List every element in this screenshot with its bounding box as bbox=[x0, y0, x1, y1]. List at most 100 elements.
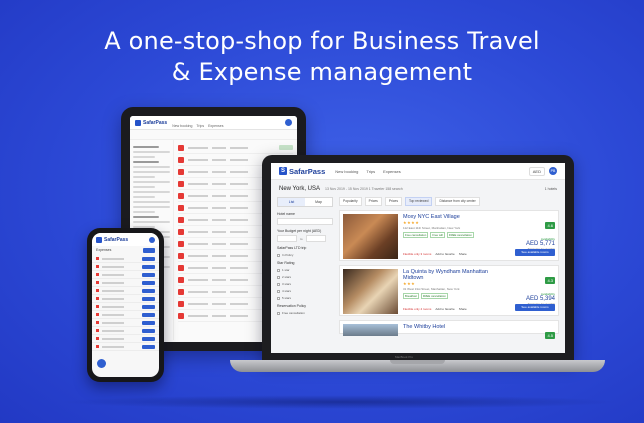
checkbox[interactable] bbox=[277, 296, 280, 300]
expense-row[interactable] bbox=[92, 295, 159, 303]
hotel-info: La Quinta by Wyndham Manhattan Midtown ★… bbox=[403, 269, 506, 312]
placeholder-line bbox=[188, 194, 208, 197]
hotel-price-column: 4.6 Availability AED 5,771 Total price f… bbox=[511, 214, 555, 257]
hotel-name[interactable]: La Quinta by Wyndham Manhattan Midtown bbox=[403, 269, 506, 281]
placeholder-line bbox=[188, 278, 208, 281]
share-link[interactable]: Share bbox=[459, 252, 467, 256]
expense-row[interactable] bbox=[92, 287, 159, 295]
hotel-card[interactable]: La Quinta by Wyndham Manhattan Midtown ★… bbox=[339, 265, 559, 316]
logo-icon: S bbox=[279, 167, 287, 175]
select-flight-button[interactable] bbox=[279, 145, 293, 150]
tablet-nav-item[interactable]: Trips bbox=[196, 124, 204, 128]
budget-min-input[interactable] bbox=[277, 235, 297, 242]
hotel-name[interactable]: The Whitby Hotel bbox=[403, 324, 506, 330]
hotel-card[interactable]: Moxy NYC East Village ★★★★ 112 East 11th… bbox=[339, 210, 559, 261]
star-option[interactable]: 5 stars bbox=[277, 296, 333, 300]
free-cancellation-option[interactable]: Free cancellation bbox=[277, 311, 333, 315]
nav-expenses[interactable]: Expenses bbox=[383, 169, 401, 174]
budget-max-input[interactable] bbox=[305, 235, 326, 242]
expense-row[interactable] bbox=[92, 335, 159, 343]
expense-row[interactable] bbox=[92, 279, 159, 287]
brand-logo[interactable]: S SafarPass bbox=[279, 167, 325, 176]
placeholder-line bbox=[230, 278, 248, 281]
airline-logo bbox=[178, 240, 184, 247]
status-dot bbox=[96, 273, 99, 276]
policy-option[interactable]: In Policy bbox=[277, 253, 333, 257]
star-option[interactable]: 3 stars bbox=[277, 282, 333, 286]
tablet-nav-item[interactable]: New booking bbox=[172, 124, 192, 128]
airline-logo bbox=[178, 180, 184, 187]
star-option[interactable]: 2 stars bbox=[277, 275, 333, 279]
see-rooms-button[interactable]: See available rooms bbox=[515, 304, 555, 311]
status-pill bbox=[142, 328, 155, 333]
tablet-avatar[interactable] bbox=[285, 119, 292, 126]
status-pill bbox=[142, 288, 155, 293]
expense-row[interactable] bbox=[92, 311, 159, 319]
hotel-photo[interactable] bbox=[343, 214, 398, 259]
airline-logo bbox=[178, 156, 184, 163]
placeholder-line bbox=[212, 158, 226, 161]
placeholder-line bbox=[102, 289, 124, 292]
status-dot bbox=[96, 281, 99, 284]
star-option[interactable]: 1 star bbox=[277, 268, 333, 272]
hotel-name-input[interactable] bbox=[277, 218, 333, 225]
share-link[interactable]: Share bbox=[459, 307, 467, 311]
list-view-button[interactable]: List bbox=[278, 198, 305, 206]
currency-selector[interactable]: AED bbox=[528, 166, 545, 176]
expense-row[interactable] bbox=[92, 255, 159, 263]
map-view-button[interactable]: Map bbox=[305, 198, 332, 206]
user-avatar[interactable]: PB bbox=[549, 167, 557, 175]
placeholder-line bbox=[212, 278, 226, 281]
sort-top-reviewed[interactable]: Top reviewed bbox=[405, 197, 433, 206]
checkbox[interactable] bbox=[277, 282, 280, 286]
hotel-tags: Breakfast FREE cancellation bbox=[403, 293, 506, 299]
sort-prices-alt[interactable]: Prices bbox=[384, 197, 403, 206]
filter-line bbox=[133, 166, 170, 168]
checkbox[interactable] bbox=[277, 275, 280, 279]
checkbox[interactable] bbox=[277, 253, 280, 257]
checkbox[interactable] bbox=[277, 311, 280, 315]
placeholder-line bbox=[102, 257, 124, 260]
filter-line bbox=[133, 196, 156, 198]
checkbox[interactable] bbox=[277, 268, 280, 272]
phone-avatar[interactable] bbox=[149, 236, 155, 243]
tablet-brand-name: SafarPass bbox=[143, 119, 168, 126]
add-to-favorite-link[interactable]: Add to favorite bbox=[435, 307, 454, 311]
hotel-photo[interactable] bbox=[343, 269, 398, 314]
tablet-logo: SafarPass bbox=[135, 119, 168, 126]
hotel-photo[interactable] bbox=[343, 324, 398, 336]
tablet-nav[interactable]: New booking Trips Expenses bbox=[172, 116, 227, 132]
expense-row[interactable] bbox=[92, 271, 159, 279]
brand-name: SafarPass bbox=[289, 166, 326, 176]
placeholder-line bbox=[212, 254, 226, 257]
sort-popularity[interactable]: Popularity bbox=[339, 197, 362, 206]
search-city[interactable]: New York, USA bbox=[279, 186, 320, 192]
review-score-badge: 4.3 bbox=[545, 277, 555, 284]
tablet-subheader bbox=[130, 130, 297, 140]
phone-logo: SafarPass bbox=[96, 236, 128, 243]
add-to-favorite-link[interactable]: Add to favorite bbox=[435, 252, 454, 256]
hotel-card[interactable]: The Whitby Hotel 4.5 bbox=[339, 320, 559, 339]
sort-distance[interactable]: Distance from city center bbox=[435, 197, 480, 206]
floating-action-button[interactable] bbox=[97, 359, 106, 368]
expense-row[interactable] bbox=[92, 319, 159, 327]
sort-prices[interactable]: Prices bbox=[364, 197, 382, 206]
placeholder-line bbox=[230, 206, 248, 209]
flight-row[interactable] bbox=[178, 142, 293, 154]
checkbox[interactable] bbox=[277, 289, 280, 293]
star-option[interactable]: 4 stars bbox=[277, 289, 333, 293]
placeholder-line bbox=[212, 266, 226, 269]
expense-row[interactable] bbox=[92, 327, 159, 335]
airline-logo bbox=[178, 192, 184, 199]
expense-row[interactable] bbox=[92, 263, 159, 271]
policy-option-label: In Policy bbox=[282, 253, 294, 257]
hotel-links: Flexible only 4 rooms Add to favorite Sh… bbox=[403, 307, 467, 311]
expense-row[interactable] bbox=[92, 303, 159, 311]
nav-trips[interactable]: Trips bbox=[366, 169, 375, 174]
placeholder-line bbox=[188, 206, 208, 209]
see-rooms-button[interactable]: See available rooms bbox=[515, 249, 555, 256]
expense-row[interactable] bbox=[92, 343, 159, 351]
phone-add-button[interactable] bbox=[143, 248, 155, 253]
nav-new-booking[interactable]: New booking bbox=[335, 169, 358, 174]
tablet-nav-item[interactable]: Expenses bbox=[208, 124, 223, 128]
